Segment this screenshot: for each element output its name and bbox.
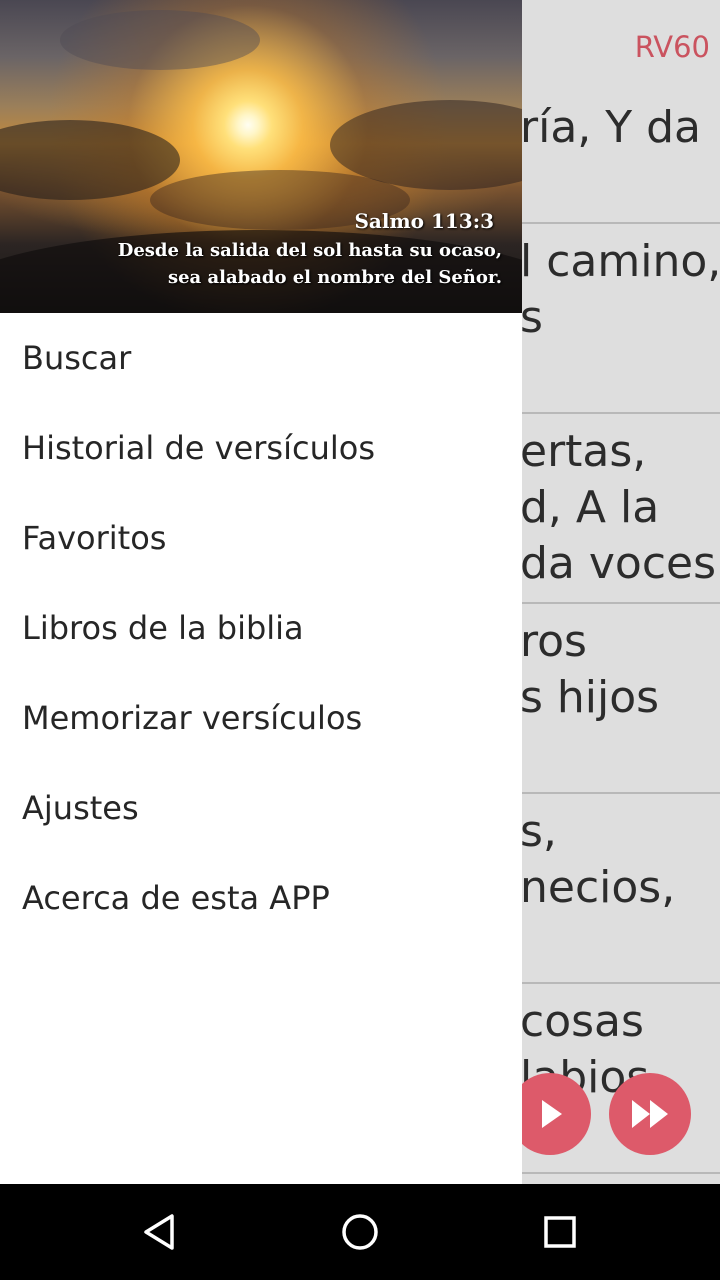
header-verse-text: Desde la salida del sol hasta su ocaso, … bbox=[22, 237, 502, 291]
header-verse-line: sea alabado el nombre del Señor. bbox=[167, 267, 502, 288]
fast-forward-icon bbox=[632, 1100, 668, 1128]
menu-item-libros[interactable]: Libros de la biblia bbox=[0, 583, 522, 673]
recents-icon bbox=[544, 1216, 576, 1248]
menu-item-acerca[interactable]: Acerca de esta APP bbox=[0, 853, 522, 943]
menu-item-favoritos[interactable]: Favoritos bbox=[0, 493, 522, 583]
system-navigation-bar bbox=[0, 1184, 720, 1280]
menu-item-buscar[interactable]: Buscar bbox=[0, 313, 522, 403]
home-button[interactable] bbox=[336, 1208, 384, 1256]
fast-forward-button[interactable] bbox=[609, 1073, 691, 1155]
back-icon bbox=[144, 1214, 174, 1250]
menu-item-historial[interactable]: Historial de versículos bbox=[0, 403, 522, 493]
menu-item-ajustes[interactable]: Ajustes bbox=[0, 763, 522, 853]
navigation-drawer: Salmo 113:3 Desde la salida del sol hast… bbox=[0, 0, 522, 1184]
menu-item-memorizar[interactable]: Memorizar versículos bbox=[0, 673, 522, 763]
back-button[interactable] bbox=[136, 1208, 184, 1256]
header-verse-reference: Salmo 113:3 bbox=[354, 209, 494, 233]
play-icon bbox=[542, 1100, 562, 1128]
home-icon bbox=[342, 1214, 378, 1250]
header-verse-line: Desde la salida del sol hasta su ocaso, bbox=[117, 240, 502, 261]
drawer-menu: Buscar Historial de versículos Favoritos… bbox=[0, 313, 522, 943]
drawer-header-image: Salmo 113:3 Desde la salida del sol hast… bbox=[0, 0, 522, 313]
recents-button[interactable] bbox=[536, 1208, 584, 1256]
